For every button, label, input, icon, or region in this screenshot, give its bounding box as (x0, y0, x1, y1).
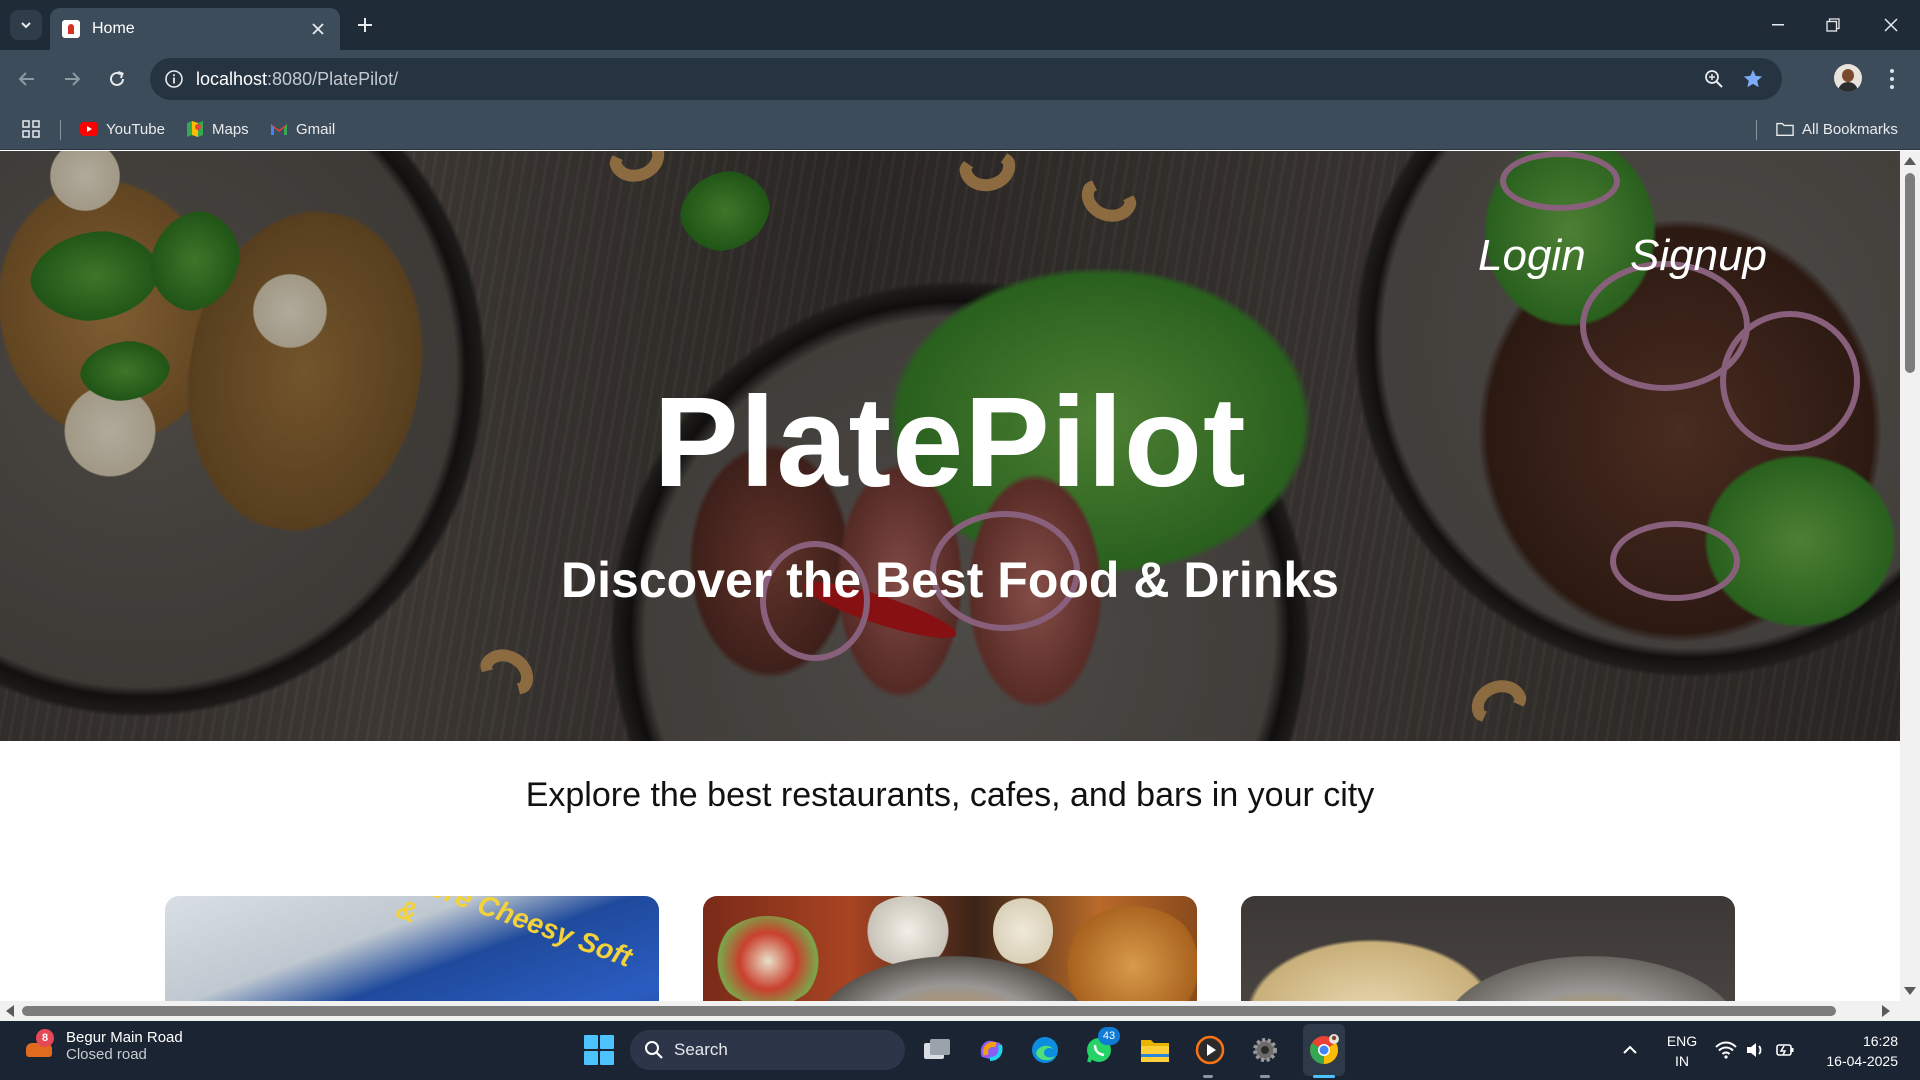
url-text[interactable]: localhost:8080/PlatePilot/ (196, 69, 398, 90)
browser-toolbar: localhost:8080/PlatePilot/ (0, 50, 1920, 108)
bookmarks-divider (1756, 120, 1757, 140)
arrow-left-icon (18, 72, 34, 86)
scrollbar-thumb[interactable] (1905, 173, 1915, 373)
tab-title: Home (92, 20, 135, 37)
restore-icon (1826, 18, 1840, 32)
login-link[interactable]: Login (1478, 231, 1586, 281)
arrow-right-icon (65, 72, 81, 86)
chrome-icon[interactable] (1307, 1033, 1341, 1067)
bookmarks-divider (60, 120, 61, 140)
card-pizza[interactable]: More Cheesy Soft & (165, 896, 659, 1001)
bookmark-youtube[interactable]: YouTube (80, 118, 165, 140)
reload-button[interactable] (100, 62, 134, 96)
task-view-icon[interactable] (920, 1033, 954, 1067)
notification-badge: 8 (36, 1029, 54, 1047)
all-bookmarks-label: All Bookmarks (1802, 120, 1898, 138)
bookmarks-bar: YouTube Maps Gmail All Bookmarks (0, 108, 1920, 150)
youtube-icon (80, 120, 98, 138)
card-thali[interactable] (703, 896, 1197, 1001)
apps-button[interactable] (22, 118, 40, 140)
bookmark-maps[interactable]: Maps (186, 118, 249, 140)
apps-grid-icon (22, 120, 40, 138)
new-tab-button[interactable] (350, 12, 380, 38)
scrollbar-thumb[interactable] (22, 1006, 1836, 1016)
search-icon (644, 1040, 664, 1060)
restore-button[interactable] (1806, 0, 1860, 50)
forward-button[interactable] (55, 62, 89, 96)
browser-tab-bar: Home (0, 0, 1920, 50)
close-window-button[interactable] (1864, 0, 1918, 50)
bookmark-star-icon[interactable] (1740, 66, 1766, 92)
page-title: PlatePilot (653, 371, 1247, 514)
card-promo-text: More Cheesy Soft & (392, 896, 637, 973)
search-label: Search (674, 1040, 728, 1059)
system-clock[interactable]: 16:28 16-04-2025 (1810, 1031, 1898, 1071)
notification-badge: 43 (1098, 1027, 1120, 1045)
url-host: localhost (196, 69, 268, 89)
scroll-right-arrow-icon[interactable] (1882, 1005, 1890, 1017)
address-bar[interactable]: localhost:8080/PlatePilot/ (150, 58, 1782, 100)
traffic-subtitle: Closed road (66, 1046, 147, 1063)
vertical-scrollbar[interactable] (1900, 151, 1920, 1001)
media-player-icon[interactable] (1193, 1033, 1227, 1067)
site-info-icon[interactable] (162, 67, 186, 91)
close-icon (1884, 18, 1898, 32)
tab-search-button[interactable] (10, 10, 42, 40)
close-icon[interactable] (308, 19, 328, 39)
all-bookmarks-button[interactable]: All Bookmarks (1776, 118, 1898, 140)
edge-icon[interactable] (1028, 1033, 1062, 1067)
browser-tab-home[interactable]: Home (50, 8, 340, 50)
chevron-up-icon[interactable] (1618, 1033, 1642, 1067)
url-path: :8080/PlatePilot/ (267, 69, 399, 89)
bookmark-label: Maps (212, 120, 249, 138)
file-explorer-icon[interactable] (1138, 1033, 1172, 1067)
traffic-icon: 8 (22, 1029, 56, 1063)
traffic-widget[interactable]: 8 Begur Main Road Closed road (22, 1029, 183, 1063)
minimize-icon (1772, 24, 1784, 26)
horizontal-scrollbar[interactable] (0, 1001, 1920, 1021)
reload-icon (110, 71, 124, 86)
volume-icon[interactable] (1742, 1033, 1770, 1067)
settings-gear-icon[interactable] (1248, 1033, 1282, 1067)
copilot-icon[interactable] (974, 1033, 1008, 1067)
clock-date: 16-04-2025 (1826, 1053, 1898, 1069)
zoom-icon[interactable] (1702, 67, 1726, 91)
windows-start-icon[interactable] (584, 1035, 614, 1065)
scroll-left-arrow-icon[interactable] (6, 1005, 14, 1017)
hero-section: Login Signup PlatePilot Discover the Bes… (0, 151, 1900, 741)
plus-icon (358, 18, 372, 32)
wifi-icon[interactable] (1712, 1033, 1740, 1067)
browser-menu-button[interactable] (1880, 64, 1904, 94)
bookmark-label: YouTube (106, 120, 165, 138)
clock-time: 16:28 (1862, 1033, 1898, 1049)
hero-tagline: Discover the Best Food & Drinks (561, 552, 1339, 608)
profile-avatar[interactable] (1834, 64, 1862, 92)
language-indicator[interactable]: ENG IN (1664, 1031, 1700, 1071)
page-viewport: Login Signup PlatePilot Discover the Bes… (0, 151, 1900, 1001)
bookmark-gmail[interactable]: Gmail (270, 118, 335, 140)
scroll-up-arrow-icon[interactable] (1904, 157, 1916, 165)
traffic-title: Begur Main Road (66, 1029, 183, 1046)
card-roti[interactable] (1241, 896, 1735, 1001)
back-button[interactable] (10, 62, 44, 96)
battery-icon[interactable] (1772, 1033, 1800, 1067)
explore-heading: Explore the best restaurants, cafes, and… (525, 776, 1375, 814)
folder-icon (1776, 120, 1794, 138)
favicon-icon (62, 20, 80, 38)
windows-taskbar: 8 Begur Main Road Closed road Search 43 (0, 1021, 1920, 1080)
scroll-down-arrow-icon[interactable] (1904, 987, 1916, 995)
signup-link[interactable]: Signup (1630, 231, 1767, 281)
gmail-icon (270, 120, 288, 138)
taskbar-search[interactable]: Search (630, 1030, 905, 1070)
minimize-button[interactable] (1751, 0, 1805, 50)
bookmark-label: Gmail (296, 120, 336, 138)
chevron-down-icon (21, 22, 31, 29)
maps-icon (186, 120, 204, 138)
